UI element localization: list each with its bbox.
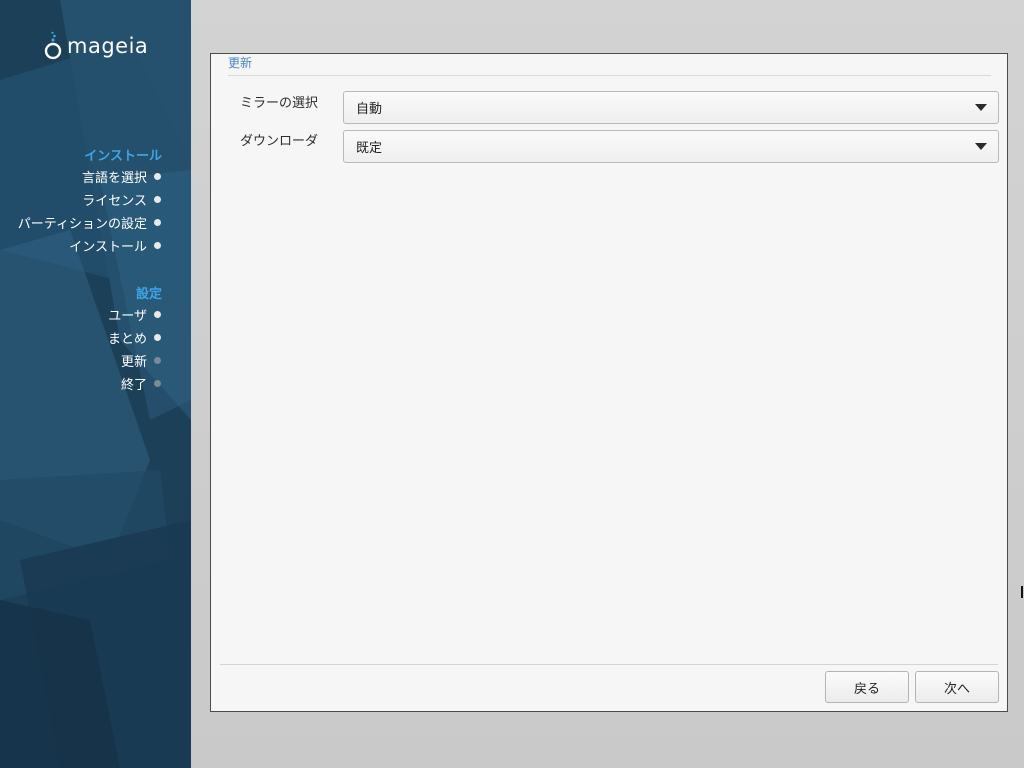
step-finish: 終了 xyxy=(120,374,161,393)
step-label: 言語を選択 xyxy=(81,170,147,186)
updates-panel: 更新 ミラーの選択 自動 ダウンローダ 既定 戻る 次へ xyxy=(210,53,1008,712)
step-language: 言語を選択 xyxy=(81,167,161,186)
next-button[interactable]: 次へ xyxy=(915,671,999,703)
footer-divider xyxy=(220,664,998,665)
mirror-label: ミラーの選択 xyxy=(240,96,319,111)
step-group-heading-config: 設定 xyxy=(135,287,162,302)
brand-name: mageia xyxy=(67,34,149,58)
step-label: まとめ xyxy=(107,331,147,347)
step-label: パーティションの設定 xyxy=(17,216,147,232)
step-status-dot xyxy=(154,356,161,364)
step-updates: 更新 xyxy=(120,351,161,370)
text-cursor-icon xyxy=(1021,586,1023,598)
step-status-dot xyxy=(154,379,161,387)
mirror-select-value: 自動 xyxy=(356,102,383,117)
step-partitioning: パーティションの設定 xyxy=(17,213,161,232)
back-button[interactable]: 戻る xyxy=(825,671,909,703)
step-label: インストール xyxy=(69,239,147,255)
chevron-down-icon xyxy=(975,104,987,111)
mirror-select[interactable]: 自動 xyxy=(343,91,999,124)
step-label: 更新 xyxy=(120,354,147,370)
step-license: ライセンス xyxy=(82,190,161,209)
mageia-logo-icon xyxy=(44,31,62,60)
downloader-label: ダウンローダ xyxy=(240,134,319,149)
step-status-dot xyxy=(154,333,161,341)
step-status-dot xyxy=(154,241,161,249)
sidebar: mageia インストール 言語を選択 ライセンス パーティションの設定 インス… xyxy=(0,0,191,768)
step-user: ユーザ xyxy=(108,305,161,324)
step-status-dot xyxy=(154,310,161,318)
panel-title: 更新 xyxy=(228,56,253,70)
panel-title-divider xyxy=(228,75,991,76)
step-label: ユーザ xyxy=(108,308,147,324)
step-label: 終了 xyxy=(120,377,147,393)
mageia-logo: mageia xyxy=(43,30,148,62)
chevron-down-icon xyxy=(975,143,987,150)
step-status-dot xyxy=(154,172,161,180)
step-status-dot xyxy=(154,195,161,203)
step-label: ライセンス xyxy=(82,193,147,209)
step-install: インストール xyxy=(69,236,161,255)
sidebar-background xyxy=(0,0,191,768)
step-summary: まとめ xyxy=(107,328,161,347)
downloader-select-value: 既定 xyxy=(356,141,383,156)
downloader-select[interactable]: 既定 xyxy=(343,130,999,163)
step-group-heading-install: インストール xyxy=(84,149,162,164)
step-status-dot xyxy=(154,218,161,226)
